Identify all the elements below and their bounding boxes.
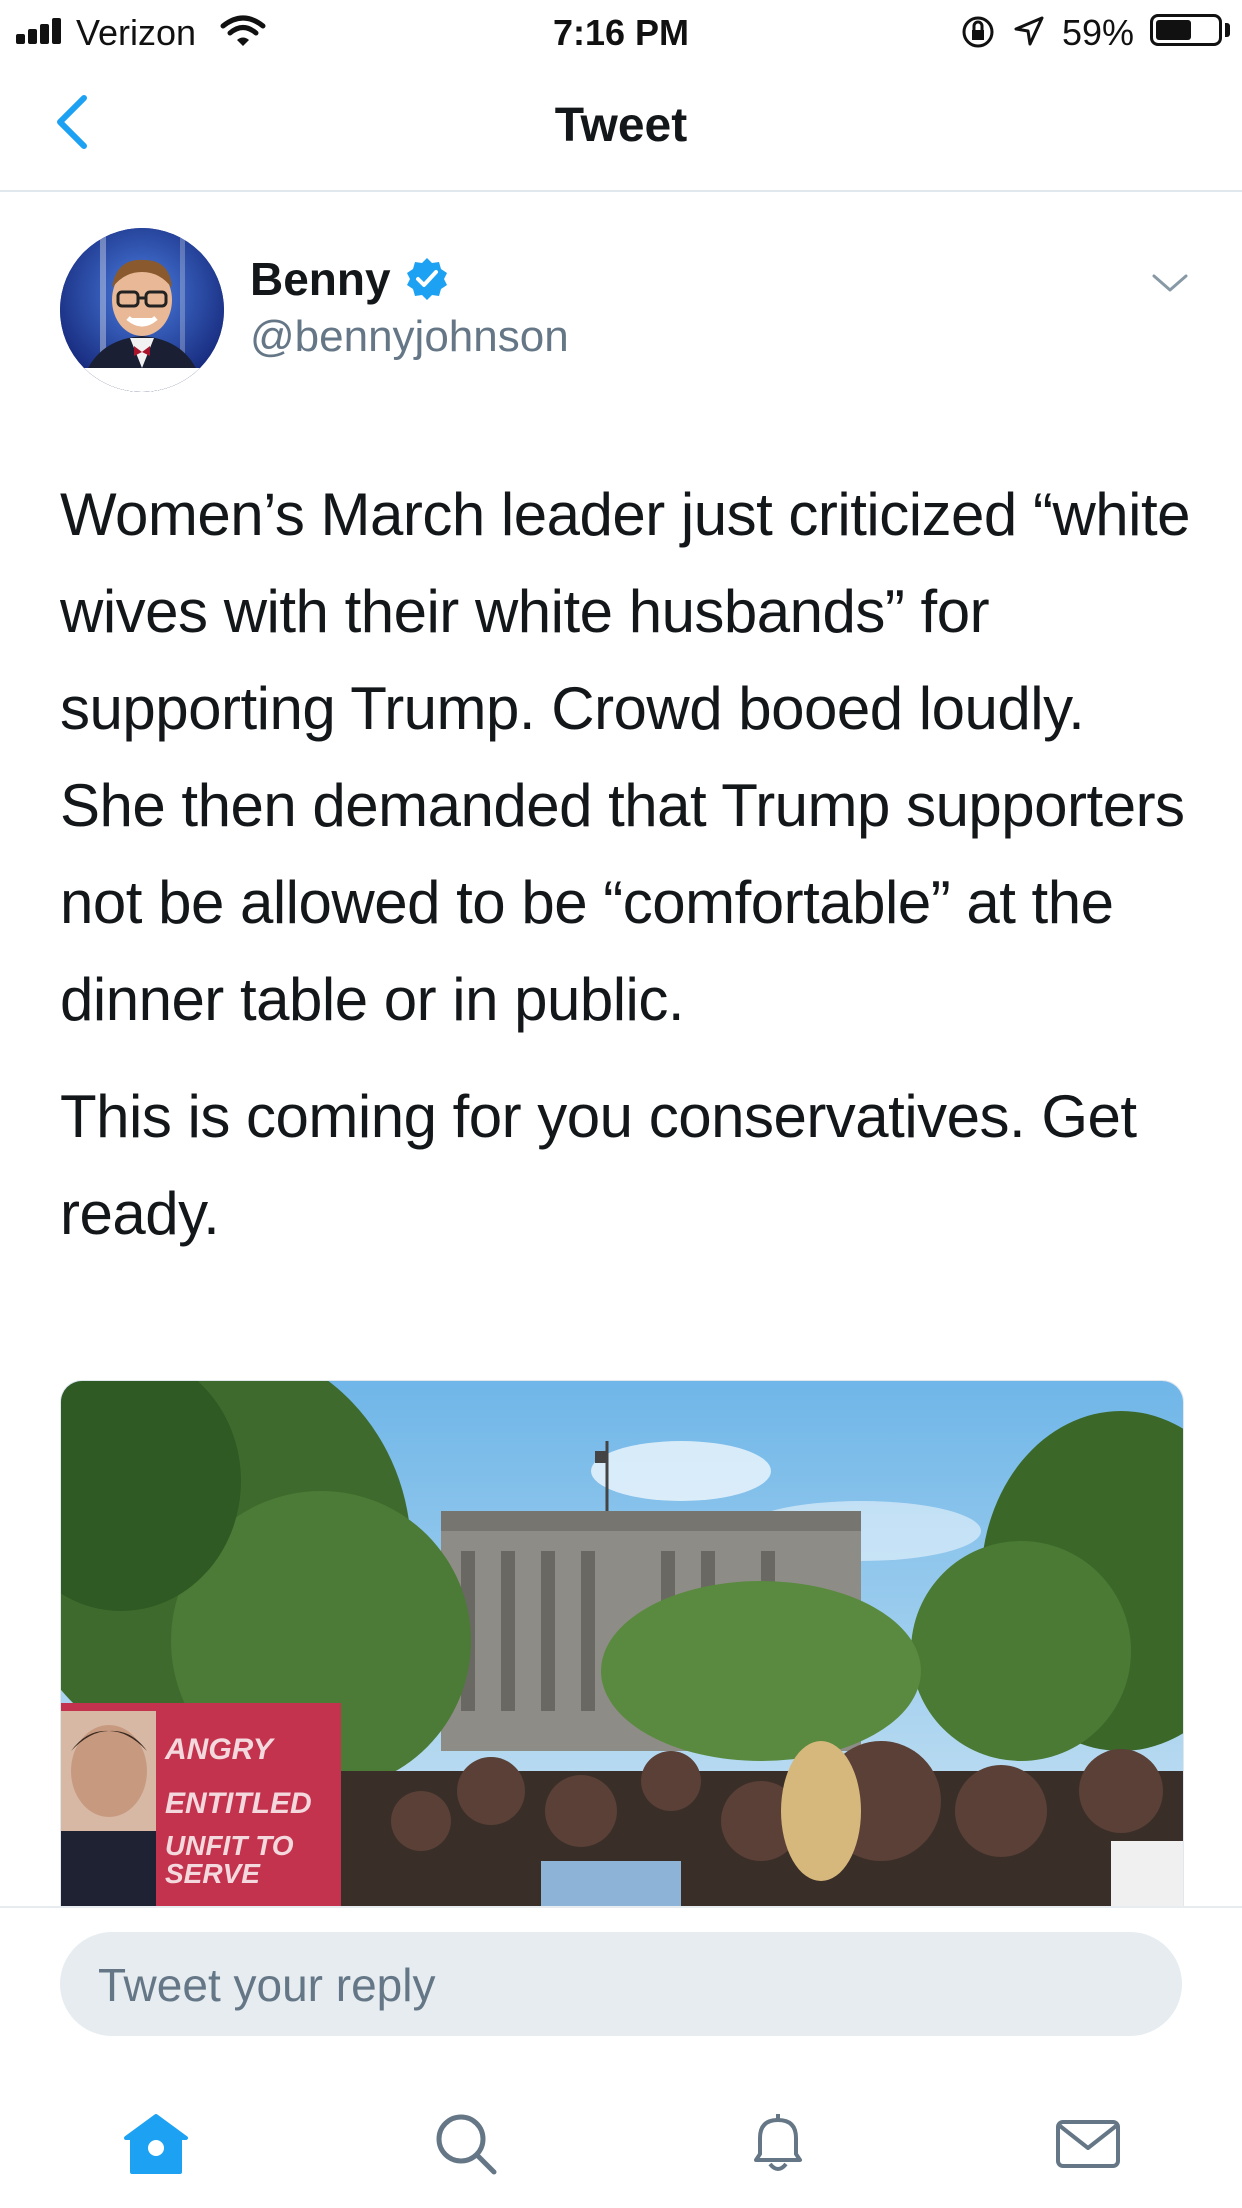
sign-line: UNFIT TO (165, 1830, 294, 1861)
author-handle[interactable]: @bennyjohnson (250, 312, 569, 362)
protest-crowd-image: ANGRY ENTITLED UNFIT TO SERVE (61, 1381, 1183, 1907)
sign-line: ANGRY (164, 1733, 276, 1766)
reply-placeholder: Tweet your reply (98, 1959, 436, 2011)
battery-icon (1150, 14, 1222, 46)
battery-nub (1225, 23, 1230, 37)
verified-badge-icon (407, 258, 447, 300)
page-title: Tweet (554, 99, 688, 152)
chevron-down-icon[interactable] (1150, 268, 1190, 298)
status-bar: Verizon 7:16 PM 59% (0, 0, 1242, 62)
tweet-paragraph: Women’s March leader just criticized “wh… (60, 481, 1191, 1033)
battery-percent: 59% (1062, 12, 1135, 53)
tweet-text: Women’s March leader just criticized “wh… (60, 466, 1200, 1282)
reply-input[interactable]: Tweet your reply (60, 1932, 1182, 2036)
status-time: 7:16 PM (552, 12, 690, 53)
sign-line: SERVE (165, 1858, 261, 1889)
avatar-image (60, 228, 224, 392)
avatar[interactable] (60, 228, 224, 392)
tweet-paragraph: This is coming for you conservatives. Ge… (60, 1083, 1137, 1247)
tweet-media-video[interactable]: ANGRY ENTITLED UNFIT TO SERVE (60, 1380, 1184, 1907)
sign-line: ENTITLED (165, 1787, 312, 1820)
messages-icon[interactable] (1052, 2108, 1124, 2180)
author-name[interactable]: Benny (250, 252, 391, 306)
location-arrow-icon (1014, 16, 1044, 46)
navigation-bar: Tweet (0, 62, 1242, 192)
divider (0, 1906, 1242, 1908)
search-icon[interactable] (430, 2108, 502, 2180)
tab-bar (0, 2080, 1242, 2208)
notifications-icon[interactable] (742, 2108, 814, 2180)
home-icon[interactable] (120, 2108, 192, 2180)
battery-level (1156, 20, 1191, 40)
orientation-lock-icon (962, 16, 994, 48)
